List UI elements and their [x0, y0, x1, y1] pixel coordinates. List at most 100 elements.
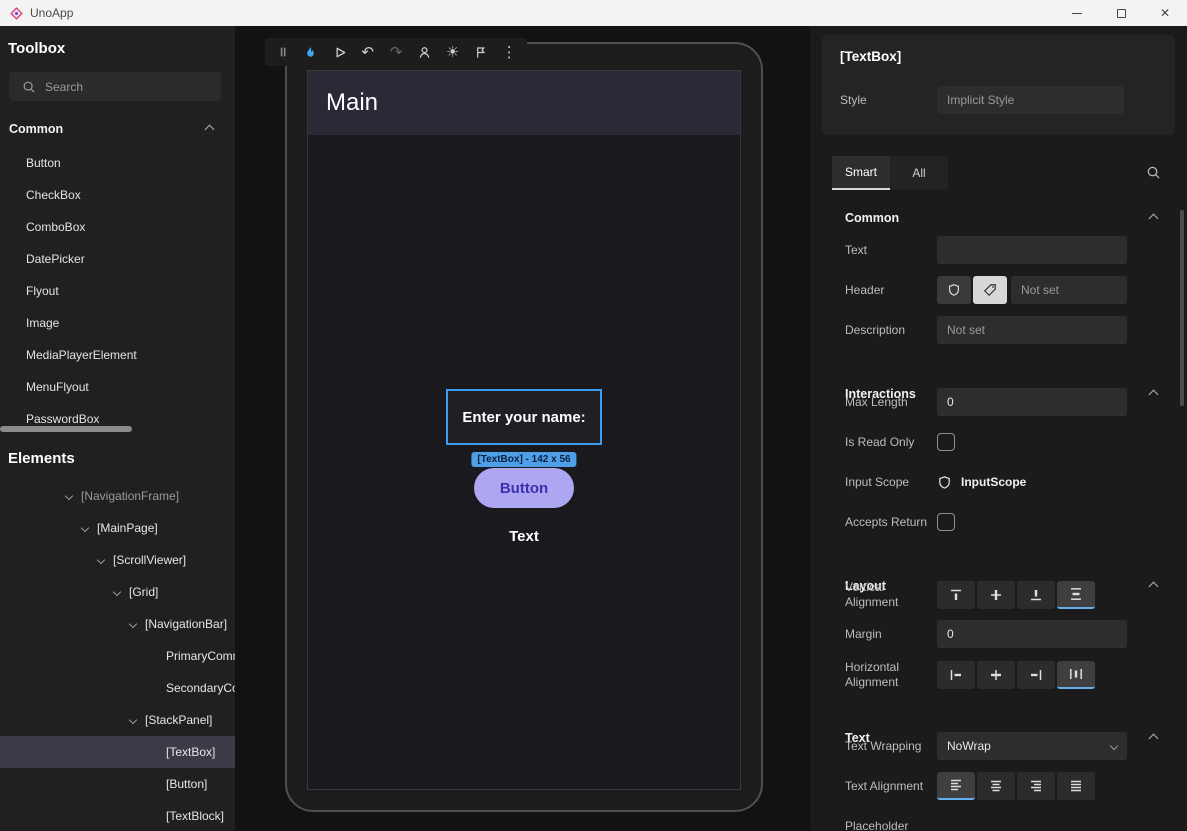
elements-title: Elements — [8, 450, 75, 467]
text-align-center-button[interactable] — [977, 772, 1015, 800]
toolbox-item-mediaplayerelement[interactable]: MediaPlayerElement — [0, 339, 235, 371]
selected-control-card: [TextBox] Style Implicit Style — [822, 35, 1175, 135]
toolbox-search-input[interactable]: Search — [9, 72, 221, 101]
chevron-down-icon — [1110, 742, 1118, 750]
header-label: Header — [845, 283, 937, 298]
hot-reload-flame-icon[interactable] — [302, 43, 319, 61]
prop-row-input-scope: Input Scope InputScope — [845, 468, 1157, 496]
tab-smart[interactable]: Smart — [832, 156, 890, 190]
tree-label: [TextBlock] — [166, 809, 224, 823]
more-options-kebab-icon[interactable]: ⋮ — [501, 43, 518, 61]
app-logo-icon — [10, 7, 23, 20]
valign-center-button[interactable] — [977, 581, 1015, 609]
halign-stretch-button[interactable] — [1057, 661, 1095, 689]
text-align-right-button[interactable] — [1017, 772, 1055, 800]
toolbar-grip-icon[interactable] — [274, 43, 291, 61]
app-preview[interactable]: Main Enter your name: [TextBox] - 142 x … — [307, 70, 741, 790]
align-vstretch-icon — [1068, 586, 1084, 602]
description-input[interactable]: Not set — [937, 316, 1127, 344]
canvas-textblock[interactable]: Text — [509, 528, 539, 545]
section-label: Common — [845, 211, 899, 225]
halign-center-button[interactable] — [977, 661, 1015, 689]
redo-icon[interactable]: ↷ — [387, 43, 404, 61]
style-input[interactable]: Implicit Style — [937, 86, 1124, 114]
halign-right-button[interactable] — [1017, 661, 1055, 689]
tree-item-navigationbar[interactable]: [NavigationBar] — [0, 608, 235, 640]
tree-item-stackpanel[interactable]: [StackPanel] — [0, 704, 235, 736]
toolbox-item-flyout[interactable]: Flyout — [0, 275, 235, 307]
tree-item-textbox-selected[interactable]: [TextBox] — [0, 736, 235, 768]
element-inspector-icon[interactable] — [416, 43, 433, 61]
maximize-button[interactable] — [1099, 0, 1143, 26]
toolbox-item-button[interactable]: Button — [0, 147, 235, 179]
accepts-return-checkbox[interactable] — [937, 513, 955, 531]
text-input[interactable] — [937, 236, 1127, 264]
play-icon[interactable] — [331, 43, 348, 61]
toolbox-item-image[interactable]: Image — [0, 307, 235, 339]
canvas-textbox-selected[interactable]: Enter your name: — [446, 389, 602, 445]
titlebar: UnoApp ✕ — [0, 0, 1187, 26]
close-button[interactable]: ✕ — [1143, 0, 1187, 26]
undo-icon[interactable]: ↶ — [359, 43, 376, 61]
align-left-icon — [948, 667, 964, 683]
is-read-only-checkbox[interactable] — [937, 433, 955, 451]
prop-row-placeholder: Placeholder — [845, 812, 1157, 831]
design-canvas[interactable]: Main Enter your name: [TextBox] - 142 x … — [235, 26, 810, 831]
margin-input[interactable]: 0 — [937, 620, 1127, 648]
toolbox-item-checkbox[interactable]: CheckBox — [0, 179, 235, 211]
header-binding-button[interactable] — [937, 276, 971, 304]
canvas-button[interactable]: Button — [474, 468, 574, 508]
toolbox-item-combobox[interactable]: ComboBox — [0, 211, 235, 243]
text-align-left-button[interactable] — [937, 772, 975, 800]
properties-scrollbar[interactable] — [1180, 210, 1184, 406]
chevron-down-icon[interactable] — [129, 620, 137, 628]
tree-item-secondarycommands[interactable]: SecondaryCo — [0, 672, 235, 704]
valign-stretch-button[interactable] — [1057, 581, 1095, 609]
header-mode-toggle — [937, 276, 1007, 304]
tree-item-button[interactable]: [Button] — [0, 768, 235, 800]
text-wrapping-dropdown[interactable]: NoWrap — [937, 732, 1127, 760]
preview-navigation-bar: Main — [308, 71, 740, 135]
max-length-input[interactable]: 0 — [937, 388, 1127, 416]
text-align-justify-button[interactable] — [1057, 772, 1095, 800]
prop-row-accepts-return: Accepts Return — [845, 508, 1157, 536]
chevron-down-icon[interactable] — [129, 716, 137, 724]
chevron-up-icon — [205, 124, 215, 134]
tree-label: [StackPanel] — [145, 713, 212, 727]
tab-all[interactable]: All — [890, 156, 948, 190]
theme-toggle-sun-icon[interactable]: ☀ — [444, 43, 461, 61]
tree-item-mainpage[interactable]: [MainPage] — [0, 512, 235, 544]
vertical-alignment-label: Vertical Alignment — [845, 580, 937, 610]
toolbox-horizontal-scrollbar[interactable] — [0, 426, 132, 432]
chevron-down-icon[interactable] — [97, 556, 105, 564]
flag-icon[interactable] — [472, 43, 489, 61]
tree-item-primarycommands[interactable]: PrimaryComm — [0, 640, 235, 672]
prop-row-is-read-only: Is Read Only — [845, 428, 1157, 456]
toolbox-item-datepicker[interactable]: DatePicker — [0, 243, 235, 275]
chevron-down-icon[interactable] — [81, 524, 89, 532]
text-wrapping-value: NoWrap — [947, 739, 991, 753]
section-common[interactable]: Common — [845, 206, 1157, 230]
prop-row-horizontal-alignment: Horizontal Alignment — [845, 660, 1157, 690]
prop-row-text: Text — [845, 236, 1157, 264]
tree-item-textblock[interactable]: [TextBlock] — [0, 800, 235, 831]
tree-item-navigationframe[interactable]: [NavigationFrame] — [0, 480, 235, 512]
halign-left-button[interactable] — [937, 661, 975, 689]
tree-item-scrollviewer[interactable]: [ScrollViewer] — [0, 544, 235, 576]
input-scope-value-group[interactable]: InputScope — [937, 475, 1026, 490]
toolbox-section-common[interactable]: Common — [0, 114, 235, 144]
chevron-down-icon[interactable] — [65, 492, 73, 500]
chevron-down-icon[interactable] — [113, 588, 121, 596]
valign-top-button[interactable] — [937, 581, 975, 609]
tree-item-grid[interactable]: [Grid] — [0, 576, 235, 608]
header-literal-button[interactable] — [973, 276, 1007, 304]
window-controls: ✕ — [1055, 0, 1187, 26]
valign-bottom-button[interactable] — [1017, 581, 1055, 609]
prop-row-max-length: Max Length 0 — [845, 388, 1157, 416]
tree-label: [ScrollViewer] — [113, 553, 186, 567]
properties-search-icon[interactable] — [1146, 165, 1161, 185]
header-input[interactable]: Not set — [1011, 276, 1127, 304]
align-hcenter-icon — [988, 667, 1004, 683]
toolbox-item-menuflyout[interactable]: MenuFlyout — [0, 371, 235, 403]
minimize-button[interactable] — [1055, 0, 1099, 26]
